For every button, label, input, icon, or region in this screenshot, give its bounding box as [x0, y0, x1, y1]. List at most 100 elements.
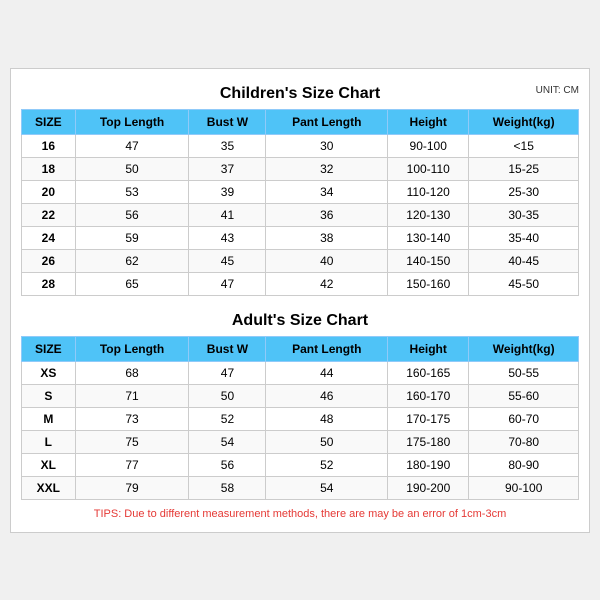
table-cell: 28	[22, 272, 76, 295]
table-cell: 43	[189, 226, 266, 249]
table-cell: XL	[22, 453, 76, 476]
table-row: 26624540140-15040-45	[22, 249, 579, 272]
table-cell: 160-165	[388, 361, 469, 384]
table-cell: XXL	[22, 476, 76, 499]
children-col-height: Height	[388, 109, 469, 134]
table-cell: 41	[189, 203, 266, 226]
table-cell: 25-30	[469, 180, 579, 203]
table-cell: <15	[469, 134, 579, 157]
table-cell: 40-45	[469, 249, 579, 272]
table-cell: 54	[266, 476, 388, 499]
children-table-header: SIZE Top Length Bust W Pant Length Heigh…	[22, 109, 579, 134]
tips-text: TIPS: Due to different measurement metho…	[21, 506, 579, 522]
table-cell: XS	[22, 361, 76, 384]
adult-table-body: XS684744160-16550-55S715046160-17055-60M…	[22, 361, 579, 499]
table-cell: 90-100	[469, 476, 579, 499]
table-cell: 110-120	[388, 180, 469, 203]
table-cell: 50-55	[469, 361, 579, 384]
table-cell: 160-170	[388, 384, 469, 407]
table-cell: 45-50	[469, 272, 579, 295]
table-cell: 80-90	[469, 453, 579, 476]
table-cell: 50	[266, 430, 388, 453]
table-cell: 175-180	[388, 430, 469, 453]
table-cell: 16	[22, 134, 76, 157]
table-cell: 34	[266, 180, 388, 203]
table-cell: 40	[266, 249, 388, 272]
table-cell: 73	[75, 407, 189, 430]
adult-size-table: SIZE Top Length Bust W Pant Length Heigh…	[21, 336, 579, 500]
table-cell: 53	[75, 180, 189, 203]
table-row: 20533934110-12025-30	[22, 180, 579, 203]
table-cell: 68	[75, 361, 189, 384]
table-cell: 54	[189, 430, 266, 453]
children-title-text: Children's Size Chart	[220, 85, 380, 102]
table-cell: 55-60	[469, 384, 579, 407]
table-cell: 77	[75, 453, 189, 476]
table-row: L755450175-18070-80	[22, 430, 579, 453]
table-cell: 50	[75, 157, 189, 180]
table-row: 1647353090-100<15	[22, 134, 579, 157]
table-row: M735248170-17560-70	[22, 407, 579, 430]
table-cell: 75	[75, 430, 189, 453]
children-table-body: 1647353090-100<1518503732100-11015-25205…	[22, 134, 579, 295]
children-col-size: SIZE	[22, 109, 76, 134]
table-cell: 37	[189, 157, 266, 180]
table-cell: 46	[266, 384, 388, 407]
table-cell: 44	[266, 361, 388, 384]
table-cell: 47	[189, 361, 266, 384]
table-cell: 47	[189, 272, 266, 295]
table-cell: 48	[266, 407, 388, 430]
table-row: 24594338130-14035-40	[22, 226, 579, 249]
table-cell: S	[22, 384, 76, 407]
adult-col-top-length: Top Length	[75, 336, 189, 361]
table-cell: 32	[266, 157, 388, 180]
table-cell: 42	[266, 272, 388, 295]
adult-col-size: SIZE	[22, 336, 76, 361]
adult-col-bust-w: Bust W	[189, 336, 266, 361]
children-col-top-length: Top Length	[75, 109, 189, 134]
table-cell: 79	[75, 476, 189, 499]
table-cell: 70-80	[469, 430, 579, 453]
table-row: 22564136120-13030-35	[22, 203, 579, 226]
table-cell: 50	[189, 384, 266, 407]
table-cell: 39	[189, 180, 266, 203]
table-row: 28654742150-16045-50	[22, 272, 579, 295]
table-cell: 20	[22, 180, 76, 203]
table-cell: 150-160	[388, 272, 469, 295]
table-row: 18503732100-11015-25	[22, 157, 579, 180]
table-cell: 24	[22, 226, 76, 249]
table-cell: 62	[75, 249, 189, 272]
table-cell: 56	[189, 453, 266, 476]
table-cell: 38	[266, 226, 388, 249]
table-cell: 180-190	[388, 453, 469, 476]
children-col-pant-length: Pant Length	[266, 109, 388, 134]
table-cell: 190-200	[388, 476, 469, 499]
adult-section-title: Adult's Size Chart	[21, 306, 579, 332]
table-cell: 65	[75, 272, 189, 295]
table-cell: 36	[266, 203, 388, 226]
table-cell: 30	[266, 134, 388, 157]
table-cell: 56	[75, 203, 189, 226]
table-cell: 52	[266, 453, 388, 476]
table-cell: 26	[22, 249, 76, 272]
table-cell: 170-175	[388, 407, 469, 430]
children-col-bust-w: Bust W	[189, 109, 266, 134]
table-cell: 45	[189, 249, 266, 272]
adult-col-height: Height	[388, 336, 469, 361]
table-cell: 35	[189, 134, 266, 157]
children-section-title: Children's Size Chart UNIT: CM	[21, 79, 579, 105]
table-cell: 52	[189, 407, 266, 430]
table-cell: 22	[22, 203, 76, 226]
table-cell: 90-100	[388, 134, 469, 157]
table-cell: 140-150	[388, 249, 469, 272]
table-cell: L	[22, 430, 76, 453]
table-row: S715046160-17055-60	[22, 384, 579, 407]
table-cell: 59	[75, 226, 189, 249]
table-cell: 58	[189, 476, 266, 499]
table-row: XXL795854190-20090-100	[22, 476, 579, 499]
adult-table-header: SIZE Top Length Bust W Pant Length Heigh…	[22, 336, 579, 361]
table-row: XL775652180-19080-90	[22, 453, 579, 476]
table-cell: 35-40	[469, 226, 579, 249]
table-cell: 30-35	[469, 203, 579, 226]
adult-col-pant-length: Pant Length	[266, 336, 388, 361]
